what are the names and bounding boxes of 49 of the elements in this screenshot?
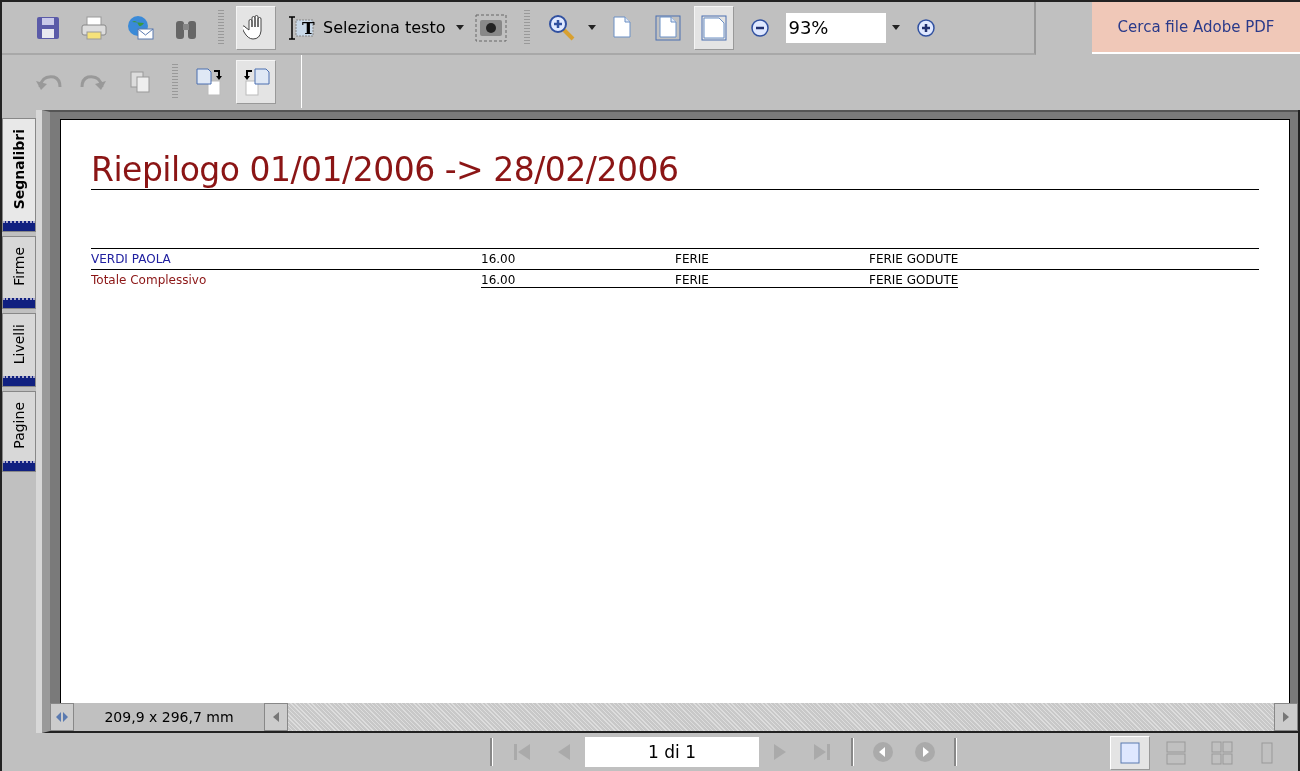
page-icon [611,14,634,41]
split-handle[interactable] [50,703,74,731]
caret-icon[interactable] [456,25,465,30]
page-icon [701,14,728,41]
rotate-page-icon [241,66,271,97]
zoom-in-icon [917,18,936,37]
scroll-left-button[interactable] [264,703,288,731]
zoom-field[interactable]: 93% [786,12,887,43]
left-arrow-icon [272,711,280,723]
table-cell: FERIE GODUTE [869,272,959,288]
view-icon [1118,741,1142,765]
rotate-page-icon [195,66,225,97]
page-button[interactable] [694,5,735,50]
table-cell: 16.00 [481,272,675,288]
table-cell-text: Totale Complessivo [91,273,208,287]
zoom-in-icon [548,13,577,42]
table-cell: FERIE [675,272,869,288]
table-cell-text: VERDI PAOLA [91,252,172,266]
caret-icon[interactable] [892,25,901,30]
side-tab[interactable]: Segnalibri [2,118,36,233]
caret-icon[interactable] [588,25,597,30]
table-cell: FERIE GODUTE [869,252,959,266]
scroll-right-button[interactable] [1274,703,1298,731]
table-cell-text: 16.00 [481,252,517,266]
search-pdf-button[interactable]: Cerca file Adobe PDF [1092,2,1300,54]
copy-icon [129,69,151,94]
side-tab[interactable]: Firme [2,236,36,310]
view-icon [1210,741,1234,765]
text-cursor-icon [287,13,315,42]
camera-icon [475,13,508,42]
page-icon [655,14,682,41]
hand-button[interactable] [236,5,276,50]
view-icon [1164,741,1188,765]
right-arrow-icon [1282,711,1290,723]
forward-icon [914,741,936,763]
single-view-button[interactable] [1110,736,1150,770]
globe-envelope-icon [126,14,154,41]
rotate-page-button[interactable] [236,59,276,104]
table-cell-text: FERIE [675,252,710,266]
select-text-tool[interactable]: T Seleziona testo [282,5,451,50]
printer-icon [80,14,108,41]
document-title: Riepilogo 01/01/2006 -> 28/02/2006 [91,150,1259,190]
side-tab[interactable]: Pagine [2,391,36,472]
zoom-out-icon [751,18,770,37]
page-size-label: 209,9 x 296,7 mm [103,708,235,727]
split-arrows-icon [55,711,69,723]
page-number-field[interactable]: 1 di 1 [585,737,759,767]
back-icon [872,741,894,763]
side-tab[interactable]: Livelli [2,313,36,388]
